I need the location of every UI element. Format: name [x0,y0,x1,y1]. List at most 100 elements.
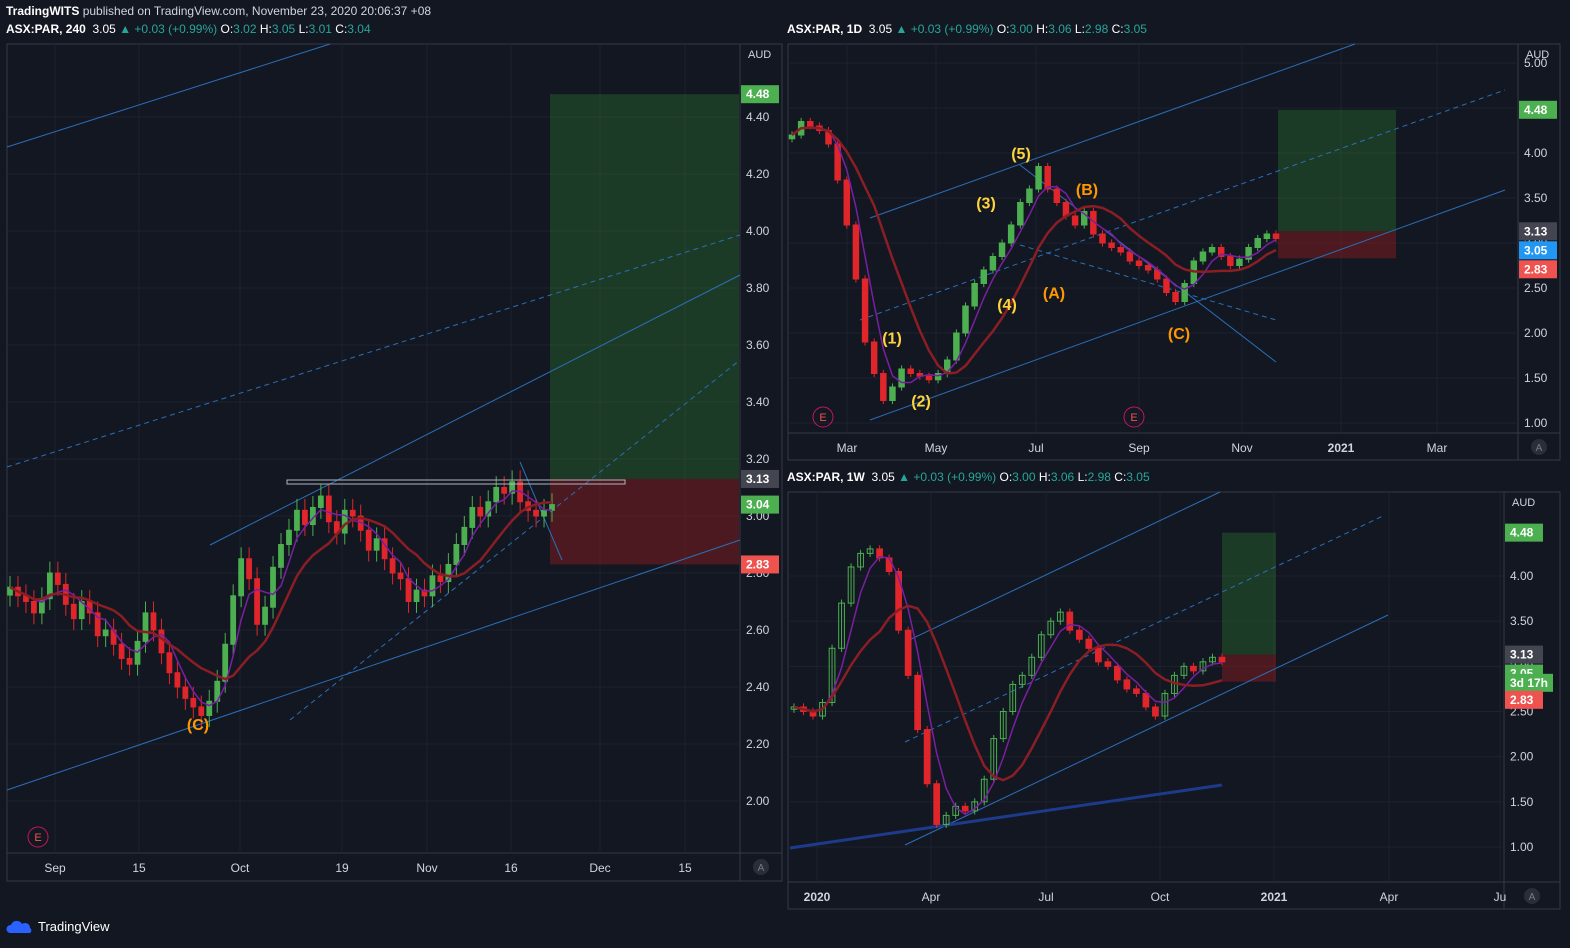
candle-body [870,341,878,374]
ma-slow-line [9,501,553,681]
target-zone [550,94,739,479]
candle-body [174,672,181,688]
x-tick-label: Nov [1231,441,1252,455]
tradingview-footer[interactable]: TradingView [6,919,110,934]
candle-body [31,601,37,614]
candle-body [158,629,165,654]
candle-body [1114,665,1121,681]
target-zone [1222,532,1276,655]
candle-body [1133,688,1140,694]
candle-body [953,332,960,361]
candle-body [278,544,284,568]
y-tick-label: 2.60 [746,623,770,637]
candle-body [889,386,896,401]
candle-body [807,121,814,127]
price-label: 3d 17h [1510,676,1548,690]
y-tick-label: 4.00 [746,224,770,238]
y-tick-label: 1.00 [1524,416,1548,430]
candle-body [198,706,205,717]
candle-body [230,595,237,645]
x-tick-label: Oct [231,861,250,875]
candle-body [1172,292,1179,302]
x-tick-label: Oct [1151,890,1170,904]
candle-body [166,652,173,674]
candle-body [246,558,253,580]
candle-body [182,686,189,699]
candle-body [1208,247,1216,253]
candle-body [365,529,372,551]
y-tick-label: 3.50 [1524,191,1548,205]
candle-body [895,570,902,631]
candle-body [971,283,978,307]
wave-label: (A) [1043,286,1065,303]
candle-body [1144,265,1152,271]
price-label: 2.83 [746,557,770,571]
y-tick-label: 2.20 [746,737,770,751]
candle-body [1190,665,1197,672]
price-labels: 4.48 3.13 3.05 2.83 [1519,100,1557,279]
candle-body [861,278,869,343]
candle-body [843,179,851,226]
candle-body [1199,251,1207,262]
channel-line [904,491,1221,643]
y-tick-label: 2.50 [1524,281,1548,295]
x-tick-label: Sep [44,861,66,875]
y-tick-label: 2.00 [1510,750,1534,764]
price-label: 3.04 [746,498,770,512]
channel-line [789,783,1223,850]
candle-body [429,575,436,597]
x-tick-label: Apr [922,890,941,904]
currency-label: AUD [1512,497,1535,509]
candle-body [923,729,931,785]
candle-body [852,224,860,280]
x-tick-label: Jul [1038,890,1053,904]
candle-body [238,558,245,597]
candle-body [325,495,332,523]
x-tick-label: 19 [335,861,349,875]
candle-body [1007,224,1015,244]
candle-body [54,572,61,585]
y-tick-label: 4.20 [746,167,770,181]
wave-label: (B) [1076,182,1098,199]
y-tick-label: 1.50 [1510,795,1534,809]
candle-body [413,589,420,602]
charts-canvas[interactable]: 4.404.204.003.803.603.403.203.002.802.60… [0,0,1570,948]
price-label: 4.48 [746,87,770,101]
candle-body [961,805,969,812]
candle-body [453,544,460,565]
candle-body [1163,278,1170,293]
candle-body [1035,166,1042,190]
candle-body [126,658,133,665]
candle-body [1272,233,1280,239]
wave-label: (4) [997,297,1017,314]
candle-body [1254,238,1261,248]
candle-body [294,509,300,531]
candles [788,117,1280,405]
wave-label: (C) [187,717,209,734]
stop-zone [1278,231,1396,259]
candle-body [118,643,125,659]
candle-body [1218,656,1226,663]
tradingview-cloud-icon [6,920,32,933]
candle-body [102,629,109,637]
candle-body [270,566,276,608]
currency-label: AUD [1526,49,1549,61]
wave-label: (3) [976,196,996,213]
candle-body [533,509,539,517]
x-tick-label: 2021 [1261,890,1288,904]
auto-scale-icon: A [758,863,765,874]
candle-body [998,242,1006,257]
earnings-event-label: E [1130,412,1137,424]
price-label: 4.48 [1510,526,1534,540]
x-tick-label: May [925,441,948,455]
candle-body [933,783,941,825]
y-tick-label: 2.40 [746,680,770,694]
footer-brand: TradingView [38,919,110,934]
earnings-event-label: E [819,412,826,424]
candle-body [206,700,213,716]
price-label: 3.13 [1524,224,1548,238]
candle-body [880,373,887,401]
x-tick-label: 2020 [804,890,831,904]
x-tick-label: Mar [837,441,858,455]
candle-body [1017,202,1024,226]
